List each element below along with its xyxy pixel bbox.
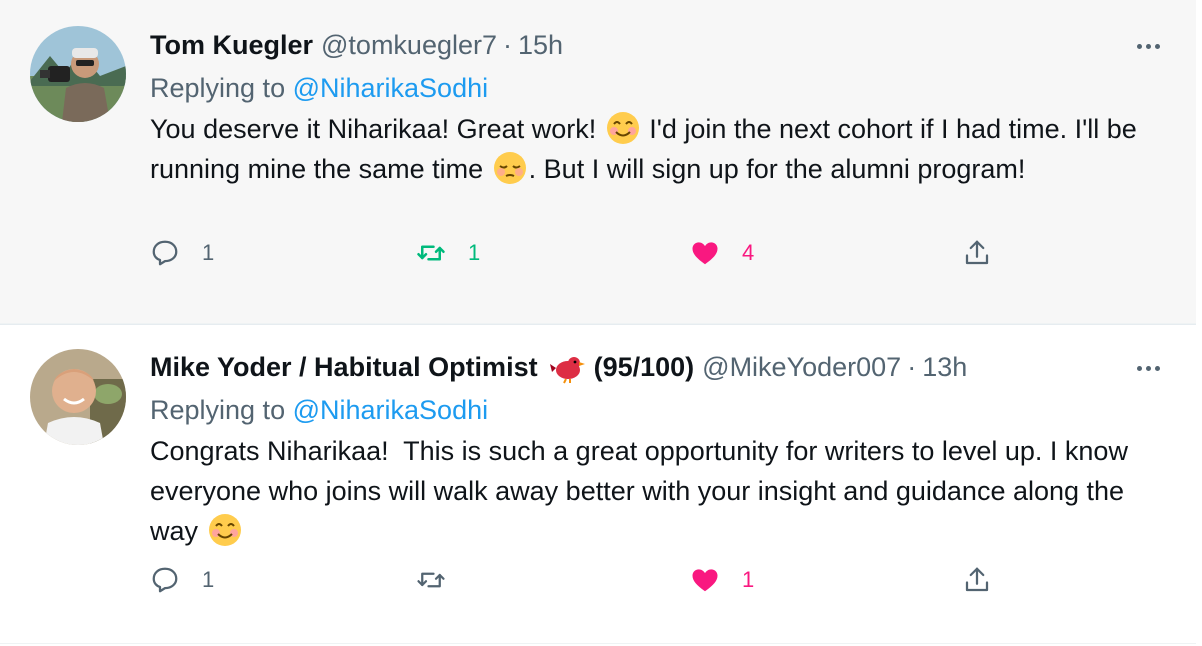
reply-button[interactable]: 1 xyxy=(150,560,214,600)
like-count: 1 xyxy=(742,567,755,592)
retweet-button[interactable] xyxy=(416,560,468,600)
retweet-button[interactable]: 1 xyxy=(416,233,480,273)
reply-count: 1 xyxy=(202,240,215,265)
share-icon xyxy=(965,567,989,592)
share-button[interactable] xyxy=(962,233,992,273)
tweet-card[interactable]: Tom Kuegler @tomkuegler7 · 15h Replying … xyxy=(0,0,1196,324)
tweet-card[interactable]: Mike Yoder / Habitual Optimist (95/100) … xyxy=(0,324,1196,644)
avatar[interactable] xyxy=(30,349,126,445)
reply-icon xyxy=(152,240,178,266)
like-button[interactable]: 1 xyxy=(690,560,754,600)
reply-count: 1 xyxy=(202,567,215,592)
reply-icon xyxy=(152,567,178,593)
reply-button[interactable]: 1 xyxy=(150,233,214,273)
retweet-icon xyxy=(417,245,445,261)
avatar[interactable] xyxy=(30,26,126,122)
retweet-icon xyxy=(417,572,445,588)
share-button[interactable] xyxy=(962,560,992,600)
retweet-count: 1 xyxy=(468,240,481,265)
heart-icon xyxy=(692,569,718,592)
heart-icon xyxy=(692,242,718,265)
like-count: 4 xyxy=(742,240,755,265)
like-button[interactable]: 4 xyxy=(690,233,754,273)
share-icon xyxy=(965,240,989,265)
